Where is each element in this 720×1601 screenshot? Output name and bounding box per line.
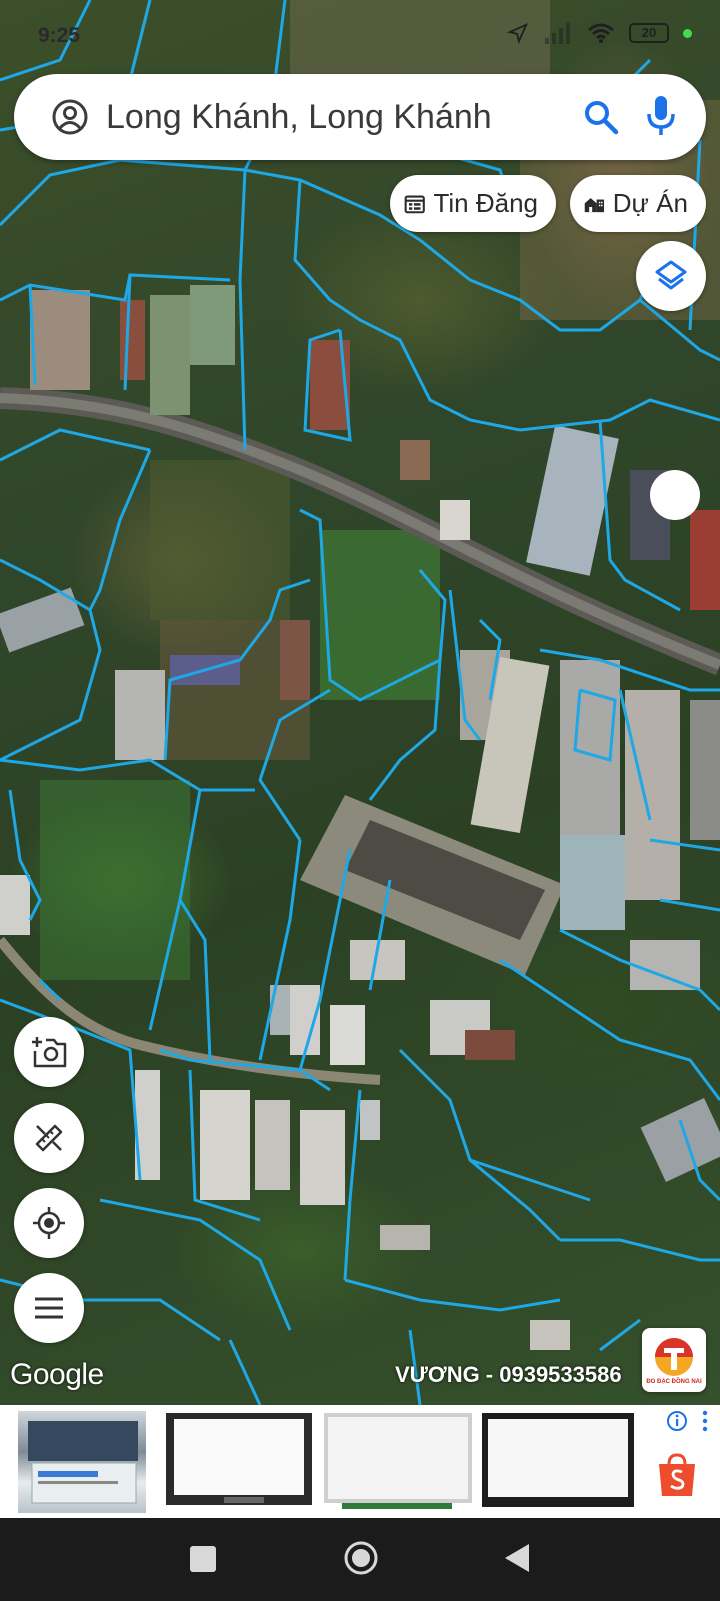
- wifi-icon: [588, 23, 614, 43]
- building-roof: [30, 290, 90, 390]
- system-nav-bar: [0, 1518, 720, 1601]
- building-roof: [0, 587, 85, 653]
- projects-chip-label: Dự Án: [612, 188, 688, 218]
- search-input[interactable]: Long Khánh, Long Khánh: [106, 98, 492, 137]
- building-roof: [630, 940, 700, 990]
- projects-chip[interactable]: Dự Án: [570, 175, 706, 232]
- home-button[interactable]: [343, 1540, 379, 1576]
- ad-product-image[interactable]: [164, 1411, 314, 1513]
- my-location-icon: [33, 1207, 65, 1239]
- building-roof: [115, 670, 165, 760]
- location-arrow-icon: [507, 22, 529, 44]
- layers-icon: [655, 260, 687, 290]
- building-roof: [560, 835, 625, 930]
- status-time: 9:25: [38, 24, 81, 47]
- ad-product-image[interactable]: [322, 1411, 474, 1513]
- status-icons: 20: [507, 22, 692, 44]
- lcd-panel-image: [324, 1413, 472, 1509]
- ad-product-image[interactable]: [480, 1411, 636, 1513]
- info-icon[interactable]: [666, 1410, 688, 1432]
- building-roof: [690, 510, 720, 610]
- building-roof: [530, 1320, 570, 1350]
- status-bar: 9:25 20: [0, 0, 720, 70]
- battery-icon: 20: [629, 23, 669, 43]
- building-roof: [465, 1030, 515, 1060]
- building-roof: [120, 300, 145, 380]
- calendar-list-icon: [404, 195, 425, 213]
- field-area: [320, 530, 440, 700]
- building-roof: [200, 1090, 250, 1200]
- lcd-panel-image: [166, 1413, 312, 1505]
- building-roof: [360, 1100, 380, 1140]
- google-attribution: Google: [10, 1358, 104, 1391]
- menu-icon: [35, 1297, 63, 1319]
- back-button[interactable]: [503, 1542, 531, 1574]
- building-roof: [255, 1100, 290, 1190]
- building-roof: [190, 285, 235, 365]
- more-vert-icon[interactable]: [701, 1410, 709, 1432]
- building-roof: [400, 440, 430, 480]
- add-camera-icon: [32, 1037, 67, 1068]
- building-roof: [0, 875, 30, 935]
- field-area: [150, 460, 290, 620]
- brand-logo-icon: [655, 1337, 693, 1376]
- search-bar[interactable]: Long Khánh, Long Khánh: [14, 74, 706, 160]
- map-marker-dot[interactable]: [650, 470, 700, 520]
- my-location-button[interactable]: [14, 1188, 84, 1258]
- privacy-indicator-dot: [683, 28, 692, 38]
- building-roof: [640, 1098, 720, 1182]
- menu-button[interactable]: [14, 1273, 84, 1343]
- mic-icon[interactable]: [644, 94, 678, 138]
- building-roof: [380, 1225, 430, 1250]
- brand-logo-button[interactable]: ĐO ĐẠC ĐỒNG NAI: [642, 1328, 706, 1392]
- signal-icon: [545, 23, 570, 44]
- building-roof: [690, 700, 720, 840]
- ruler-pencil-icon: [35, 1124, 63, 1152]
- building-roof: [280, 620, 310, 700]
- brand-caption: ĐO ĐẠC ĐỒNG NAI: [646, 1378, 702, 1385]
- lcd-panel-image: [482, 1413, 634, 1507]
- ad-product-image[interactable]: [18, 1411, 146, 1513]
- building-roof: [300, 1110, 345, 1205]
- building-roof: [330, 1005, 365, 1065]
- buildings-icon: [584, 197, 605, 212]
- battery-box-image: [28, 1421, 138, 1504]
- layers-button[interactable]: [636, 241, 706, 311]
- account-circle-icon[interactable]: [52, 99, 88, 135]
- building-roof: [150, 295, 190, 415]
- ad-banner[interactable]: [0, 1405, 720, 1518]
- listings-chip-label: Tin Đăng: [433, 188, 538, 218]
- building-roof: [440, 500, 470, 540]
- add-photo-button[interactable]: [14, 1017, 84, 1087]
- listings-chip[interactable]: Tin Đăng: [390, 175, 556, 232]
- building-roof: [625, 690, 680, 900]
- search-icon[interactable]: [582, 98, 620, 136]
- shopee-bag-icon[interactable]: [655, 1452, 699, 1498]
- recents-button[interactable]: [190, 1546, 216, 1572]
- measure-button[interactable]: [14, 1103, 84, 1173]
- contact-watermark: VƯƠNG - 0939533586: [395, 1362, 622, 1387]
